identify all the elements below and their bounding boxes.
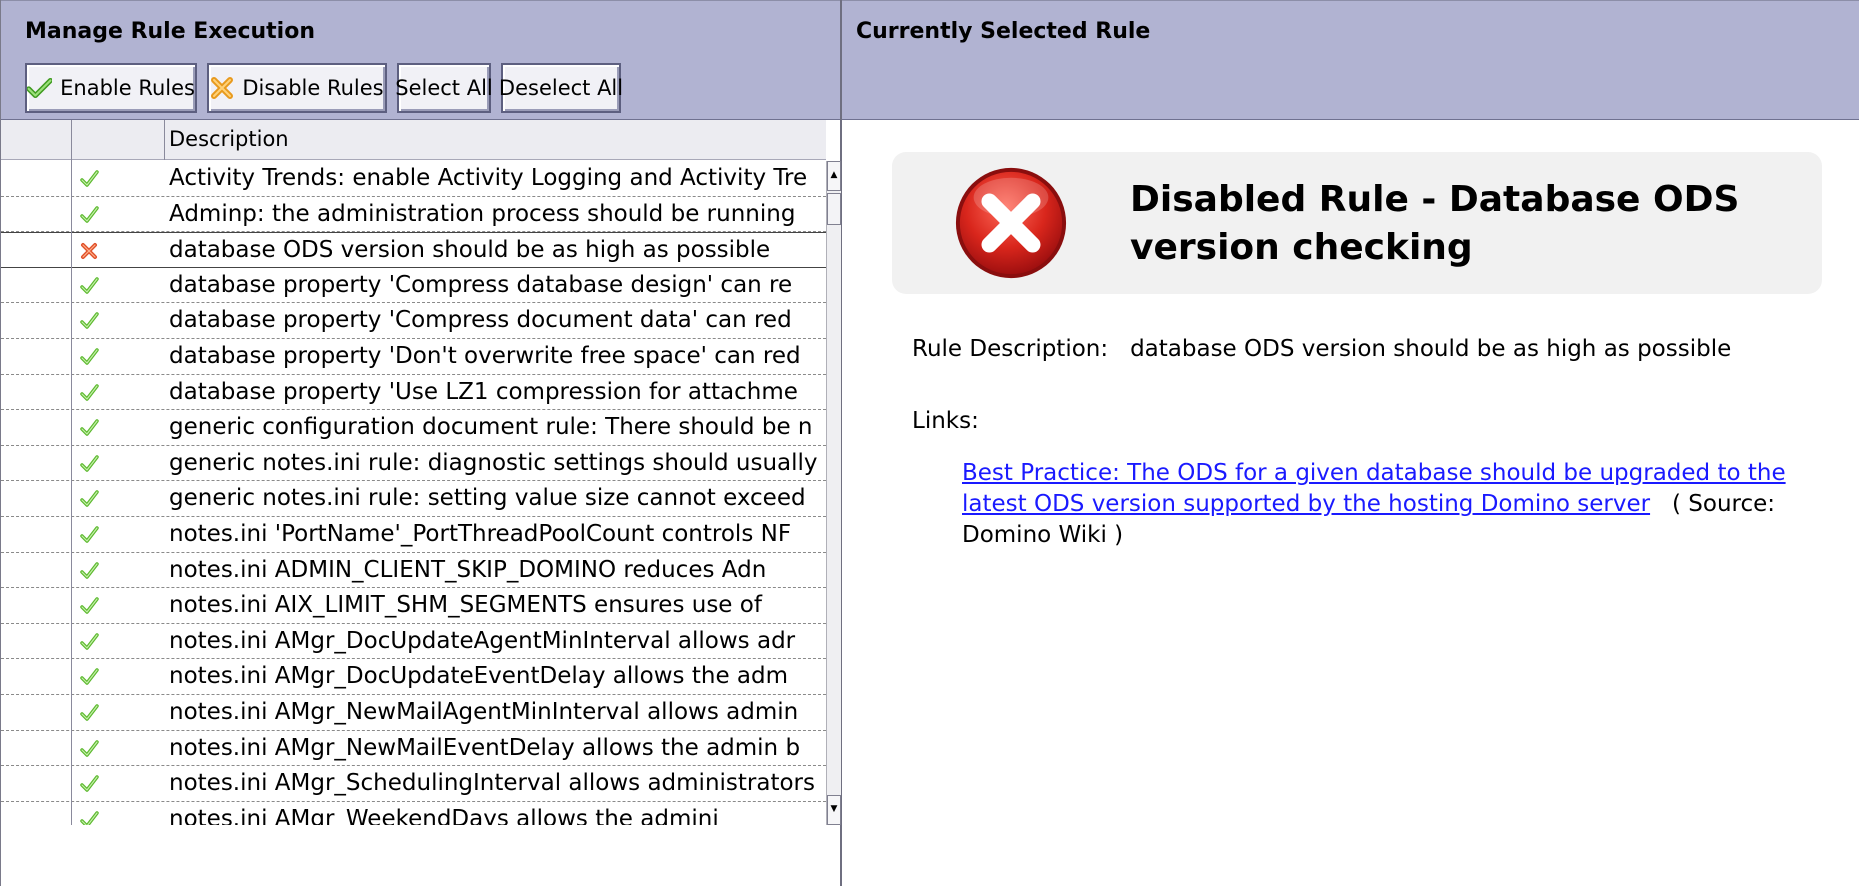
green-check-icon	[80, 277, 99, 294]
green-check-icon	[80, 810, 99, 825]
links-label: Links:	[912, 408, 979, 434]
rule-description-text: notes.ini AMgr_WeekendDays allows the ad…	[169, 805, 719, 825]
vertical-scrollbar[interactable]: ▲ ▼	[826, 161, 841, 825]
rule-description: Rule Description: database ODS version s…	[912, 336, 1731, 362]
deselect-all-label: Deselect All	[498, 76, 624, 100]
green-check-icon	[80, 632, 99, 650]
select-all-button[interactable]: Select All	[395, 63, 493, 113]
rule-description-text: database property 'Compress document dat…	[169, 307, 792, 334]
green-check-icon	[80, 170, 99, 187]
rule-description-text: notes.ini AMgr_NewMailEventDelay allows …	[169, 734, 801, 761]
rule-row[interactable]: notes.ini AMgr_DocUpdateEventDelay allow…	[1, 659, 826, 695]
rule-description-value: database ODS version should be as high a…	[1130, 336, 1732, 362]
rule-description-text: notes.ini 'PortName'_PortThreadPoolCount…	[169, 520, 792, 547]
scroll-thumb[interactable]	[827, 193, 841, 225]
green-check-icon	[80, 348, 99, 365]
left-panel-title: Manage Rule Execution	[25, 19, 315, 44]
rule-description-text: database property 'Use LZ1 compression f…	[169, 378, 798, 405]
rule-row[interactable]: notes.ini AMgr_DocUpdateAgentMinInterval…	[1, 624, 826, 660]
rule-description-text: notes.ini AIX_LIMIT_SHM_SEGMENTS ensures…	[169, 592, 762, 619]
right-panel-header: Currently Selected Rule	[842, 0, 1859, 120]
rule-row[interactable]: generic configuration document rule: The…	[1, 410, 826, 446]
rule-row[interactable]: generic notes.ini rule: setting value si…	[1, 481, 826, 517]
green-check-icon	[80, 526, 99, 543]
rule-row[interactable]: notes.ini AMgr_SchedulingInterval allows…	[1, 766, 826, 802]
rule-description-label: Rule Description:	[912, 336, 1109, 362]
rule-row[interactable]: database property 'Compress document dat…	[1, 303, 826, 339]
rule-row[interactable]: notes.ini AMgr_WeekendDays allows the ad…	[1, 802, 826, 825]
rule-description-text: generic notes.ini rule: diagnostic setti…	[169, 449, 818, 476]
links-section: Best Practice: The ODS for a given datab…	[962, 458, 1822, 551]
green-check-icon	[80, 704, 99, 721]
green-check-icon	[27, 77, 53, 99]
right-panel-title: Currently Selected Rule	[856, 19, 1151, 44]
enable-rules-label: Enable Rules	[60, 76, 195, 100]
green-check-icon	[80, 739, 99, 757]
rule-list: Description Activity Trends: enable Acti…	[1, 120, 841, 825]
rule-row[interactable]: database property 'Compress database des…	[1, 268, 826, 304]
enable-rules-button[interactable]: Enable Rules	[25, 63, 197, 113]
rule-description-text: notes.ini AMgr_SchedulingInterval allows…	[169, 770, 815, 797]
rule-row[interactable]: database ODS version should be as high a…	[1, 232, 826, 268]
scroll-down-button[interactable]: ▼	[827, 795, 841, 825]
green-check-icon	[80, 205, 99, 223]
rule-row[interactable]: notes.ini AMgr_NewMailAgentMinInterval a…	[1, 695, 826, 731]
rule-row[interactable]: notes.ini AIX_LIMIT_SHM_SEGMENTS ensures…	[1, 588, 826, 624]
rule-description-text: database property 'Don't overwrite free …	[169, 342, 801, 369]
currently-selected-rule-panel: Currently Selected Rule Disabled Rule - …	[842, 0, 1859, 886]
left-panel-header: Manage Rule Execution Enable Rules Disab…	[1, 0, 840, 120]
rule-row[interactable]: generic notes.ini rule: diagnostic setti…	[1, 446, 826, 482]
rule-row[interactable]: notes.ini ADMIN_CLIENT_SKIP_DOMINO reduc…	[1, 553, 826, 589]
orange-x-icon	[211, 77, 234, 99]
rule-description-text: generic configuration document rule: The…	[169, 414, 813, 441]
green-check-icon	[80, 561, 99, 579]
rule-rows: Activity Trends: enable Activity Logging…	[1, 161, 826, 825]
rule-description-text: Activity Trends: enable Activity Logging…	[169, 165, 808, 191]
green-check-icon	[80, 312, 99, 330]
rule-row[interactable]: notes.ini AMgr_NewMailEventDelay allows …	[1, 731, 826, 767]
rule-description-text: Adminp: the administration process shoul…	[169, 200, 796, 227]
rule-row[interactable]: database property 'Use LZ1 compression f…	[1, 375, 826, 411]
disable-rules-label: Disable Rules	[242, 76, 384, 100]
rule-description-text: notes.ini ADMIN_CLIENT_SKIP_DOMINO reduc…	[169, 556, 767, 583]
rule-description-text: generic notes.ini rule: setting value si…	[169, 485, 806, 512]
scroll-up-button[interactable]: ▲	[827, 161, 841, 191]
select-all-label: Select All	[395, 76, 493, 100]
description-column-header[interactable]: Description	[169, 127, 289, 151]
rule-row[interactable]: notes.ini 'PortName'_PortThreadPoolCount…	[1, 517, 826, 553]
disable-rules-button[interactable]: Disable Rules	[207, 63, 387, 113]
rule-row[interactable]: Activity Trends: enable Activity Logging…	[1, 161, 826, 197]
rule-status-card: Disabled Rule - Database ODS version che…	[892, 152, 1822, 294]
column-divider	[71, 120, 72, 825]
rule-description-text: notes.ini AMgr_NewMailAgentMinInterval a…	[169, 698, 799, 725]
rule-card-title: Disabled Rule - Database ODS version che…	[1130, 179, 1740, 268]
rule-description-text: notes.ini AMgr_DocUpdateAgentMinInterval…	[169, 627, 796, 654]
green-check-icon	[80, 597, 99, 614]
green-check-icon	[80, 490, 99, 508]
rule-description-text: database ODS version should be as high a…	[169, 237, 771, 264]
green-check-icon	[80, 775, 99, 792]
column-separator[interactable]	[164, 120, 165, 160]
green-check-icon	[80, 383, 99, 401]
deselect-all-button[interactable]: Deselect All	[498, 63, 624, 113]
green-check-icon	[80, 668, 99, 686]
rule-row[interactable]: Adminp: the administration process shoul…	[1, 197, 826, 233]
error-circle-icon	[955, 167, 1067, 279]
rule-description-text: database property 'Compress database des…	[169, 271, 793, 298]
rule-description-text: notes.ini AMgr_DocUpdateEventDelay allow…	[169, 663, 789, 690]
green-check-icon	[80, 419, 99, 436]
rule-row[interactable]: database property 'Don't overwrite free …	[1, 339, 826, 375]
green-check-icon	[80, 455, 99, 472]
red-x-icon	[81, 243, 97, 260]
list-column-header: Description	[1, 120, 826, 160]
manage-rule-execution-panel: Manage Rule Execution Enable Rules Disab…	[0, 0, 842, 886]
